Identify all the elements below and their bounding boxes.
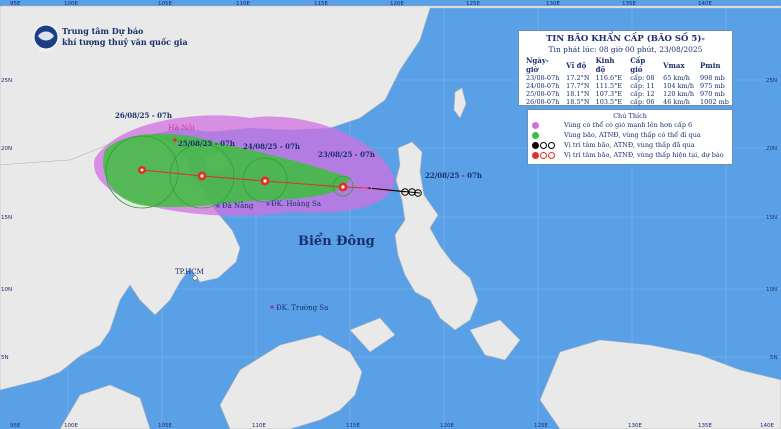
legend-item-cone: Vùng bão, ATNĐ, vùng thấp có thể đi qua <box>532 130 732 140</box>
table-row: 24/08-07h 17.7°N 111.5°E cấp: 11 104 km/h 975… <box>526 82 725 90</box>
svg-text:120E: 120E <box>440 423 454 429</box>
svg-text:125E: 125E <box>466 1 480 7</box>
svg-text:95E: 95E <box>10 1 21 7</box>
forecast-table: Ngày-giờ Vĩ độ Kinh độ Cấp gió Vmax Pmin… <box>523 56 732 106</box>
svg-text:130E: 130E <box>546 1 560 7</box>
svg-text:135E: 135E <box>698 423 712 429</box>
svg-text:115E: 115E <box>346 423 360 429</box>
svg-text:130E: 130E <box>628 423 642 429</box>
svg-text:10N: 10N <box>766 287 777 293</box>
green-zone-icon <box>532 131 539 139</box>
svg-text:25N: 25N <box>766 78 777 84</box>
svg-text:15N: 15N <box>766 215 777 221</box>
track-label-26: 26/08/25 - 07h <box>115 111 172 120</box>
track-label-23: 23/08/25 - 07h <box>318 150 375 159</box>
legend-title: Chú Thích <box>613 112 647 120</box>
storm-symbol-23 <box>338 182 348 192</box>
svg-text:25N: 25N <box>1 78 12 84</box>
track-label-24: 24/08/25 - 07h <box>243 142 300 151</box>
svg-text:15N: 15N <box>1 215 12 221</box>
map-legend: Chú Thích Vùng có thể có gió mạnh lên hơ… <box>527 109 733 165</box>
table-row: 26/08-07h 18.5°N 103.5°E cấp: 06 46 km/h 1002… <box>526 98 729 106</box>
svg-text:125E: 125E <box>534 423 548 429</box>
svg-text:100E: 100E <box>64 1 78 7</box>
svg-text:20N: 20N <box>1 146 12 152</box>
track-label-25: 25/08/25 - 07h <box>178 139 235 148</box>
svg-text:5N: 5N <box>770 355 778 361</box>
svg-text:NCHMF: NCHMF <box>38 49 51 53</box>
past-storm-icons <box>532 141 564 149</box>
label-hcm: TP.HCM <box>175 268 204 276</box>
label-hanoi: Hà Nội <box>168 123 195 132</box>
purple-zone-icon <box>532 121 539 129</box>
agency-name-line2: khí tượng thuỷ văn quốc gia <box>62 37 188 47</box>
bulletin-title: TIN BÃO KHẨN CẤP (BÃO SỐ 5)- <box>546 34 705 44</box>
storm-symbol-24 <box>260 176 270 186</box>
svg-text:120E: 120E <box>390 1 404 7</box>
svg-text:5N: 5N <box>1 355 9 361</box>
storm-symbol-26 <box>138 166 146 174</box>
agency-name-line1: Trung tâm Dự báo <box>62 26 144 36</box>
table-row: 23/08-07h 17.2°N 116.6°E cấp: 08 65 km/h 998 … <box>526 74 725 82</box>
svg-text:95E: 95E <box>10 423 21 429</box>
svg-text:115E: 115E <box>314 1 328 7</box>
track-label-22: 22/08/25 - 07h <box>425 171 482 180</box>
svg-text:140E: 140E <box>698 1 712 7</box>
legend-item-current: Vị trí tâm bão, ATNĐ, vùng thấp hiện tại… <box>532 150 732 160</box>
storm-symbol-25 <box>197 171 207 181</box>
svg-text:105E: 105E <box>158 1 172 7</box>
table-header-row: Ngày-giờ Vĩ độ Kinh độ Cấp gió Vmax Pmin <box>526 56 721 74</box>
svg-text:110E: 110E <box>252 423 266 429</box>
svg-text:140E: 140E <box>760 423 774 429</box>
legend-item-past: Vị trí tâm bão, ATNĐ, vùng thấp đã qua <box>532 140 732 150</box>
bulletin-issued-time: Tin phát lúc: 08 giờ 00 phút, 23/08/2025 <box>548 45 703 54</box>
bulletin-panel: TIN BÃO KHẨN CẤP (BÃO SỐ 5)- Tin phát lú… <box>518 30 733 106</box>
current-storm-icons <box>532 151 564 159</box>
table-row: 25/08-07h 18.1°N 107.3°E cấp: 12 120 km/h 970… <box>526 90 725 98</box>
svg-text:20N: 20N <box>766 146 777 152</box>
label-hoangsa: ĐK. Hoàng Sa <box>271 199 321 208</box>
svg-text:10N: 10N <box>1 287 12 293</box>
svg-text:135E: 135E <box>622 1 636 7</box>
svg-text:100E: 100E <box>64 423 78 429</box>
label-danang: Đà Nẵng <box>222 201 254 210</box>
legend-item-wind-zone: Vùng có thể có gió mạnh lên hơn cấp 6 <box>532 120 732 130</box>
svg-text:105E: 105E <box>158 423 172 429</box>
svg-text:110E: 110E <box>236 1 250 7</box>
label-truongsa: ĐK. Trường Sa <box>276 304 328 312</box>
label-sea: Biển Đông <box>298 233 375 249</box>
